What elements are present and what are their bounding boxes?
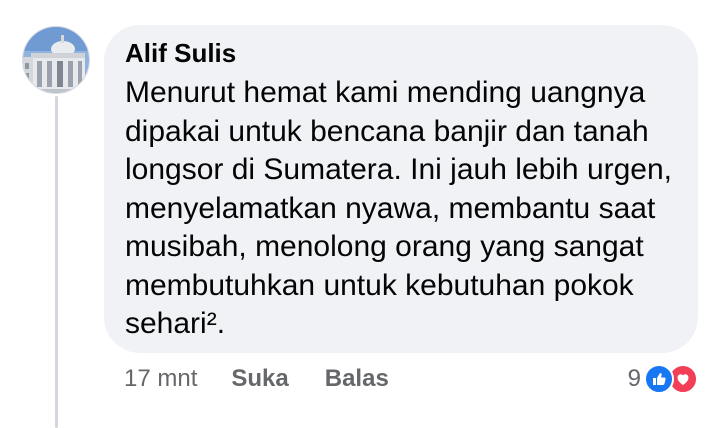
comment-timestamp[interactable]: 17 mnt: [124, 365, 197, 393]
building-photo-icon: [23, 27, 89, 93]
comment-actions-bar: 17 mnt Suka Balas: [124, 362, 425, 396]
like-button[interactable]: Suka: [231, 365, 288, 393]
reaction-summary[interactable]: 9: [628, 362, 698, 396]
comment-text: Menurut hemat kami mending uangnya dipak…: [125, 76, 673, 340]
comment-bubble: Alif Sulis Menurut hemat kami mending ua…: [104, 25, 698, 353]
reply-button[interactable]: Balas: [325, 365, 389, 393]
reply-thread-line: [55, 96, 58, 428]
reaction-count: 9: [627, 365, 641, 392]
comment-author-name[interactable]: Alif Sulis: [125, 38, 680, 68]
like-icon: [644, 364, 674, 394]
avatar[interactable]: [22, 26, 90, 94]
